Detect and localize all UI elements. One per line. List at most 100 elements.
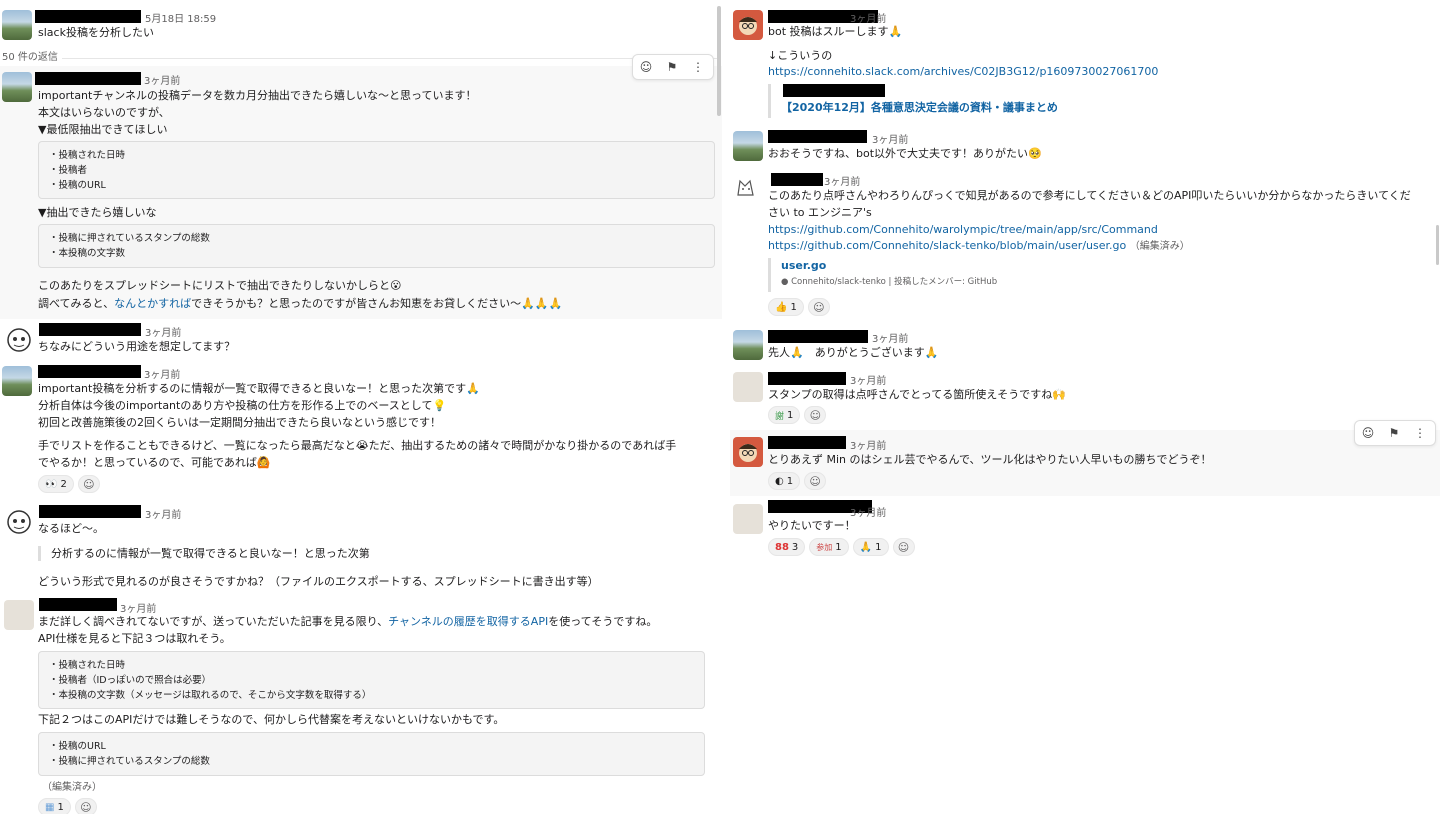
username-redacted[interactable] [35,72,141,85]
unfurl-title[interactable]: user.go [781,258,997,273]
message-link[interactable]: なんとかすれば [114,297,191,310]
scrollbar[interactable] [1436,225,1439,265]
username-redacted[interactable] [39,505,141,518]
bookmark-icon[interactable]: ⚑ [1381,426,1407,440]
stamp-icon: ◐ [775,475,784,487]
reactions: 👀 2 ☺ [38,475,100,493]
message-text: やりたいですー！ [768,519,856,532]
reply-message[interactable]: 3ヶ月前 bot 投稿はスルーします🙏 ↓こういうの https://conne… [730,0,1440,126]
avatar[interactable] [4,600,34,630]
avatar[interactable] [733,330,763,360]
unfurl-title[interactable]: 【2020年12月】各種意思決定会議の資料・議事まとめ [781,100,1058,115]
reply-message[interactable]: 3ヶ月前 とりあえず Min のはシェル芸でやるんで、ツール化はやりたい人早いも… [730,430,1440,496]
timestamp[interactable]: 3ヶ月前 [872,131,908,146]
timestamp[interactable]: 3ヶ月前 [850,10,886,25]
reaction-stamp[interactable]: 謝1 [768,406,801,424]
reactions: 謝1 ☺ [768,406,827,424]
add-reaction-icon[interactable]: ☺ [804,472,827,490]
reply-message[interactable]: 3ヶ月前 まだ詳しく調べきれてないですが、送っていただいた記事を見る限り、チャン… [0,596,722,814]
timestamp[interactable]: 3ヶ月前 [120,600,156,615]
message-link[interactable]: https://connehito.slack.com/archives/C02… [768,64,1158,79]
username-redacted[interactable] [39,598,117,611]
message-text: bot 投稿はスルーします🙏 [768,25,903,38]
add-reaction-icon[interactable]: ☺ [77,475,100,493]
reply-message[interactable]: 3ヶ月前 なるほど〜。 分析するのに情報が一覧で取得できると良いなー！と思った次… [0,502,722,598]
reaction-stamp[interactable]: ◐ 1 [768,472,801,490]
username-redacted[interactable] [768,436,846,449]
avatar[interactable] [735,175,765,205]
reply-message[interactable]: 3ヶ月前 スタンプの取得は点呼さんでとってる箇所使えそうですね🙌 謝1 ☺ [730,370,1440,430]
character-avatar-icon [739,17,757,35]
link-unfurl[interactable]: 【2020年12月】各種意思決定会議の資料・議事まとめ [768,84,1058,118]
message-text: 分析自体は今後のimportantのあり方や投稿の仕方を形作る上でのベースとして… [38,399,447,412]
reaction-pray[interactable]: 🙏 1 [852,538,889,556]
timestamp[interactable]: 3ヶ月前 [850,372,886,387]
timestamp[interactable]: 3ヶ月前 [144,72,180,87]
avatar[interactable] [2,366,32,396]
reply-message[interactable]: 3ヶ月前 important投稿を分析するのに情報が一覧で取得できると良いなー！… [0,362,722,500]
link-unfurl[interactable]: user.go ● Connehito/slack-tenko | 投稿したメン… [768,258,997,292]
reaction-thumbsup[interactable]: 👍 1 [768,298,804,316]
reply-message[interactable]: 3ヶ月前 ちなみにどういう用途を想定してます？ [0,320,722,360]
message-text: さい to エンジニア's [768,206,872,219]
reactions: ◐ 1 ☺ [768,472,827,490]
timestamp[interactable]: 3ヶ月前 [145,506,181,521]
avatar[interactable] [4,507,34,537]
scrollbar[interactable] [717,6,721,116]
username-redacted[interactable] [768,372,846,385]
timestamp[interactable]: 3ヶ月前 [850,437,886,452]
username-redacted[interactable] [39,323,141,336]
username-redacted[interactable] [35,10,141,23]
avatar[interactable] [733,131,763,161]
reply-message[interactable]: 3ヶ月前 やりたいですー！ 88 3 参加 1 🙏 1 ☺ [730,496,1440,556]
timestamp[interactable]: 3ヶ月前 [145,324,181,339]
timestamp[interactable]: 5月18日 18:59 [145,10,216,25]
username-redacted[interactable] [38,365,141,378]
unfurl-meta-text: Connehito/slack-tenko | 投稿したメンバー: GitHub [791,277,998,287]
reaction-stamp[interactable]: 88 3 [768,538,806,556]
code-line: ・投稿のURL [49,180,106,191]
add-reaction-icon[interactable]: ☺ [892,538,915,556]
username-redacted[interactable] [771,173,823,186]
reply-message[interactable]: 3ヶ月前 importantチャンネルの投稿データを数カ月分抽出できたら嬉しいな… [0,66,722,319]
username-redacted[interactable] [768,130,867,143]
bookmark-icon[interactable]: ⚑ [659,60,685,74]
reply-message[interactable]: 3ヶ月前 先人🙏 ありがとうございます🙏 [730,328,1440,368]
code-line: ・投稿者（IDっぽいので照合は必要） [49,675,212,686]
username-redacted[interactable] [768,330,868,343]
timestamp[interactable]: 3ヶ月前 [824,173,860,188]
reply-message[interactable]: 3ヶ月前 おおそうですね、bot以外で大丈夫です！ありがたい🥺 [730,128,1440,168]
reply-message[interactable]: 3ヶ月前 このあたり点呼さんやわろりんぴっくで知見があるので参考にしてください＆… [730,170,1440,320]
avatar[interactable] [733,437,763,467]
stamp-icon: 参加 [816,542,833,552]
message-text: important投稿を分析するのに情報が一覧で取得できると良いなー！と思った次… [38,382,480,395]
add-reaction-icon[interactable]: ☺ [807,298,830,316]
text-span: 調べてみると、 [38,297,115,310]
character-avatar-icon [739,444,757,462]
reaction-stamp[interactable]: ▦ 1 [38,798,71,814]
add-reaction-icon[interactable]: ☺ [633,60,659,74]
timestamp[interactable]: 3ヶ月前 [872,330,908,345]
message-link[interactable]: https://github.com/Connehito/warolympic/… [768,222,1158,237]
add-reaction-icon[interactable]: ☺ [804,406,827,424]
reaction-stamp[interactable]: 参加 1 [809,538,849,556]
message-text: とりあえず Min のはシェル芸でやるんで、ツール化はやりたい人早いもの勝ちでど… [768,453,1212,466]
more-icon[interactable]: ⋮ [1407,426,1433,440]
more-icon[interactable]: ⋮ [685,60,711,74]
avatar[interactable] [2,10,32,40]
parent-message[interactable]: 5月18日 18:59 slack投稿を分析したい [0,0,722,50]
avatar[interactable] [733,504,763,534]
code-line: ・投稿された日時 [49,150,126,161]
avatar[interactable] [2,72,32,102]
avatar[interactable] [733,10,763,40]
avatar[interactable] [4,325,34,355]
message-link[interactable]: チャンネルの履歴を取得するAPI [388,615,548,628]
timestamp[interactable]: 3ヶ月前 [144,366,180,381]
message-link[interactable]: https://github.com/Connehito/slack-tenko… [768,239,1126,252]
add-reaction-icon[interactable]: ☺ [74,798,97,814]
reaction-eyes[interactable]: 👀 2 [38,475,74,493]
code-line: ・投稿に押されているスタンプの総数 [49,756,210,767]
timestamp[interactable]: 3ヶ月前 [850,504,886,519]
add-reaction-icon[interactable]: ☺ [1355,426,1381,440]
avatar[interactable] [733,372,763,402]
